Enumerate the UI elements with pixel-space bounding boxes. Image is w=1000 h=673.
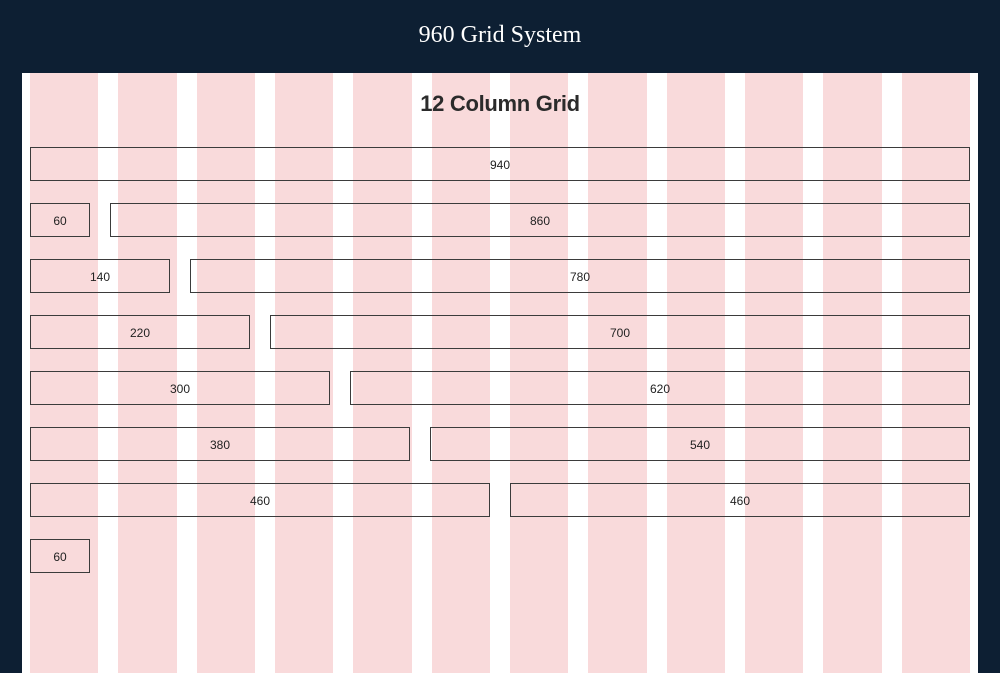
grid-cell: 380 <box>30 427 410 461</box>
grid-subtitle: 12 Column Grid <box>30 91 970 147</box>
grid-row: 940 <box>30 147 970 181</box>
grid-cell: 460 <box>510 483 970 517</box>
page-title: 960 Grid System <box>0 0 1000 73</box>
grid-row: 300 620 <box>30 371 970 405</box>
grid-cell: 300 <box>30 371 330 405</box>
grid-cell: 540 <box>430 427 970 461</box>
grid-row: 60 860 <box>30 203 970 237</box>
grid-cell: 940 <box>30 147 970 181</box>
grid-row: 380 540 <box>30 427 970 461</box>
grid-cell: 60 <box>30 539 90 573</box>
grid-row: 60 <box>30 539 970 573</box>
grid-cell: 460 <box>30 483 490 517</box>
grid-cell: 860 <box>110 203 970 237</box>
grid-cell: 780 <box>190 259 970 293</box>
grid-cell: 140 <box>30 259 170 293</box>
grid-cell: 620 <box>350 371 970 405</box>
grid-cell: 700 <box>270 315 970 349</box>
grid-row: 220 700 <box>30 315 970 349</box>
grid-container: 12 Column Grid 940 60 860 140 780 220 70… <box>22 73 978 673</box>
grid-row: 460 460 <box>30 483 970 517</box>
grid-content: 12 Column Grid 940 60 860 140 780 220 70… <box>22 73 978 573</box>
grid-cell: 220 <box>30 315 250 349</box>
grid-cell: 60 <box>30 203 90 237</box>
grid-row: 140 780 <box>30 259 970 293</box>
